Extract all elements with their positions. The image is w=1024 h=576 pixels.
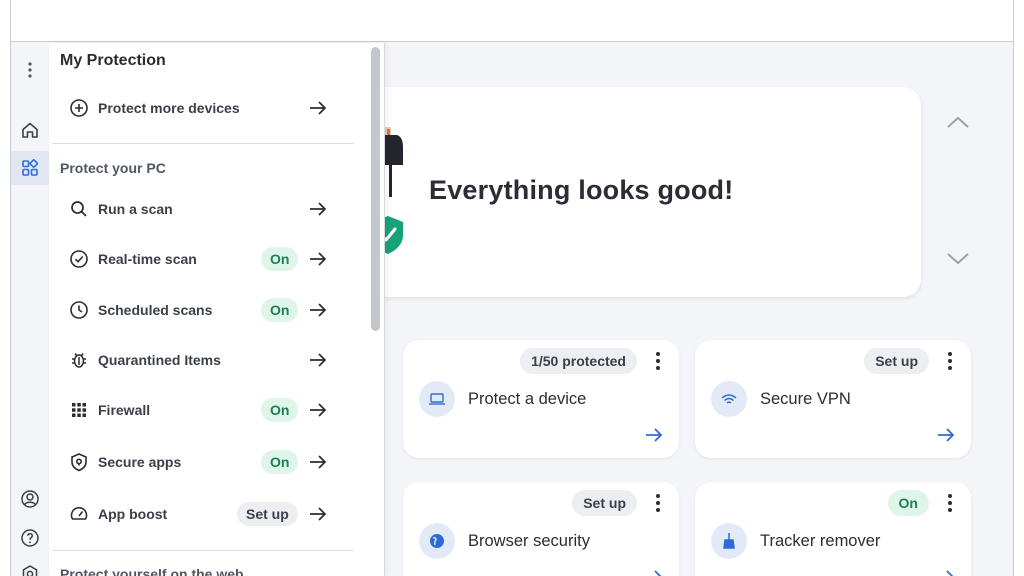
help-icon[interactable] <box>14 521 46 555</box>
home-icon[interactable] <box>14 113 46 147</box>
secure-vpn-card[interactable]: Set up Secure VPN <box>695 340 971 458</box>
section-heading-web: Protect yourself on the web <box>60 566 244 576</box>
broom-icon <box>711 523 747 559</box>
user-icon[interactable] <box>14 482 46 516</box>
menu-item-label: Quarantined Items <box>98 352 221 368</box>
menu-item-label: Real-time scan <box>98 251 197 267</box>
menu-item-scheduled-scans[interactable]: Scheduled scans On <box>49 292 349 328</box>
title-bar <box>11 0 1013 42</box>
arrow-right-icon[interactable] <box>645 569 663 576</box>
status-badge: Set up <box>864 348 929 374</box>
status-badge: On <box>261 398 299 422</box>
browser-security-card[interactable]: Set up Browser security <box>403 482 679 576</box>
app-window: Everything looks good! 1/50 protected Pr… <box>10 0 1014 576</box>
kebab-icon[interactable] <box>14 53 46 87</box>
protect-device-card[interactable]: 1/50 protected Protect a device <box>403 340 679 458</box>
arrow-right-icon[interactable] <box>937 569 955 576</box>
status-badge: Set up <box>237 502 298 526</box>
card-title: Tracker remover <box>760 532 881 550</box>
apps-grid-icon[interactable] <box>11 151 49 185</box>
status-badge: On <box>261 247 299 271</box>
menu-item-real-time-scan[interactable]: Real-time scan On <box>49 241 349 277</box>
status-badge: On <box>887 490 929 516</box>
menu-item-app-boost[interactable]: App boost Set up <box>49 496 349 532</box>
flyout-scrollbar[interactable] <box>371 47 380 331</box>
arrow-right-icon <box>309 454 329 470</box>
arrow-right-icon <box>309 302 329 318</box>
menu-item-label: App boost <box>98 506 168 522</box>
speedometer-icon <box>68 503 90 525</box>
status-badge: 1/50 protected <box>520 348 637 374</box>
menu-item-label: Run a scan <box>98 201 173 217</box>
nav-rail <box>11 43 49 576</box>
check-circle-icon <box>68 248 90 270</box>
card-title: Browser security <box>468 532 590 550</box>
arrow-right-icon[interactable] <box>937 427 955 448</box>
arrow-right-icon <box>309 251 329 267</box>
status-title: Everything looks good! <box>429 175 734 205</box>
bug-icon <box>68 349 90 371</box>
kebab-icon[interactable] <box>943 494 957 512</box>
arrow-right-icon[interactable] <box>645 427 663 448</box>
card-title: Protect a device <box>468 390 587 408</box>
globe-icon <box>419 523 455 559</box>
settings-icon[interactable] <box>14 557 46 576</box>
protection-flyout-menu: My Protection Protect more devices Prote… <box>49 43 385 576</box>
menu-item-run-scan[interactable]: Run a scan <box>49 191 349 227</box>
arrow-right-icon <box>309 352 329 368</box>
status-badge: On <box>261 450 299 474</box>
menu-item-firewall[interactable]: Firewall On <box>49 392 349 428</box>
section-heading-pc: Protect your PC <box>60 160 166 176</box>
menu-item-label: Scheduled scans <box>98 302 213 318</box>
menu-item-label: Secure apps <box>98 454 182 470</box>
clock-icon <box>68 299 90 321</box>
chevron-down-icon[interactable] <box>946 252 970 271</box>
vpn-wifi-icon <box>711 381 747 417</box>
menu-item-secure-apps[interactable]: Secure apps On <box>49 444 349 480</box>
shield-lock-icon <box>68 451 90 473</box>
kebab-icon[interactable] <box>943 352 957 370</box>
divider <box>52 550 354 551</box>
kebab-icon[interactable] <box>651 494 665 512</box>
arrow-right-icon <box>309 100 329 116</box>
laptop-icon <box>419 381 455 417</box>
divider <box>52 143 354 144</box>
status-hero-card: Everything looks good! <box>299 87 921 297</box>
search-icon <box>68 198 90 220</box>
plus-circle-icon <box>68 97 90 119</box>
menu-item-label: Firewall <box>98 402 151 418</box>
menu-item-protect-more-devices[interactable]: Protect more devices <box>49 90 349 126</box>
arrow-right-icon <box>309 201 329 217</box>
arrow-right-icon <box>309 402 329 418</box>
menu-item-quarantined-items[interactable]: Quarantined Items <box>49 342 349 378</box>
tracker-remover-card[interactable]: On Tracker remover <box>695 482 971 576</box>
menu-item-label: Protect more devices <box>98 100 240 116</box>
flyout-title: My Protection <box>60 52 166 69</box>
chevron-up-icon[interactable] <box>946 115 970 134</box>
card-title: Secure VPN <box>760 390 851 408</box>
status-badge: Set up <box>572 490 637 516</box>
status-badge: On <box>261 298 299 322</box>
arrow-right-icon <box>309 506 329 522</box>
kebab-icon[interactable] <box>651 352 665 370</box>
firewall-grid-icon <box>68 399 90 421</box>
